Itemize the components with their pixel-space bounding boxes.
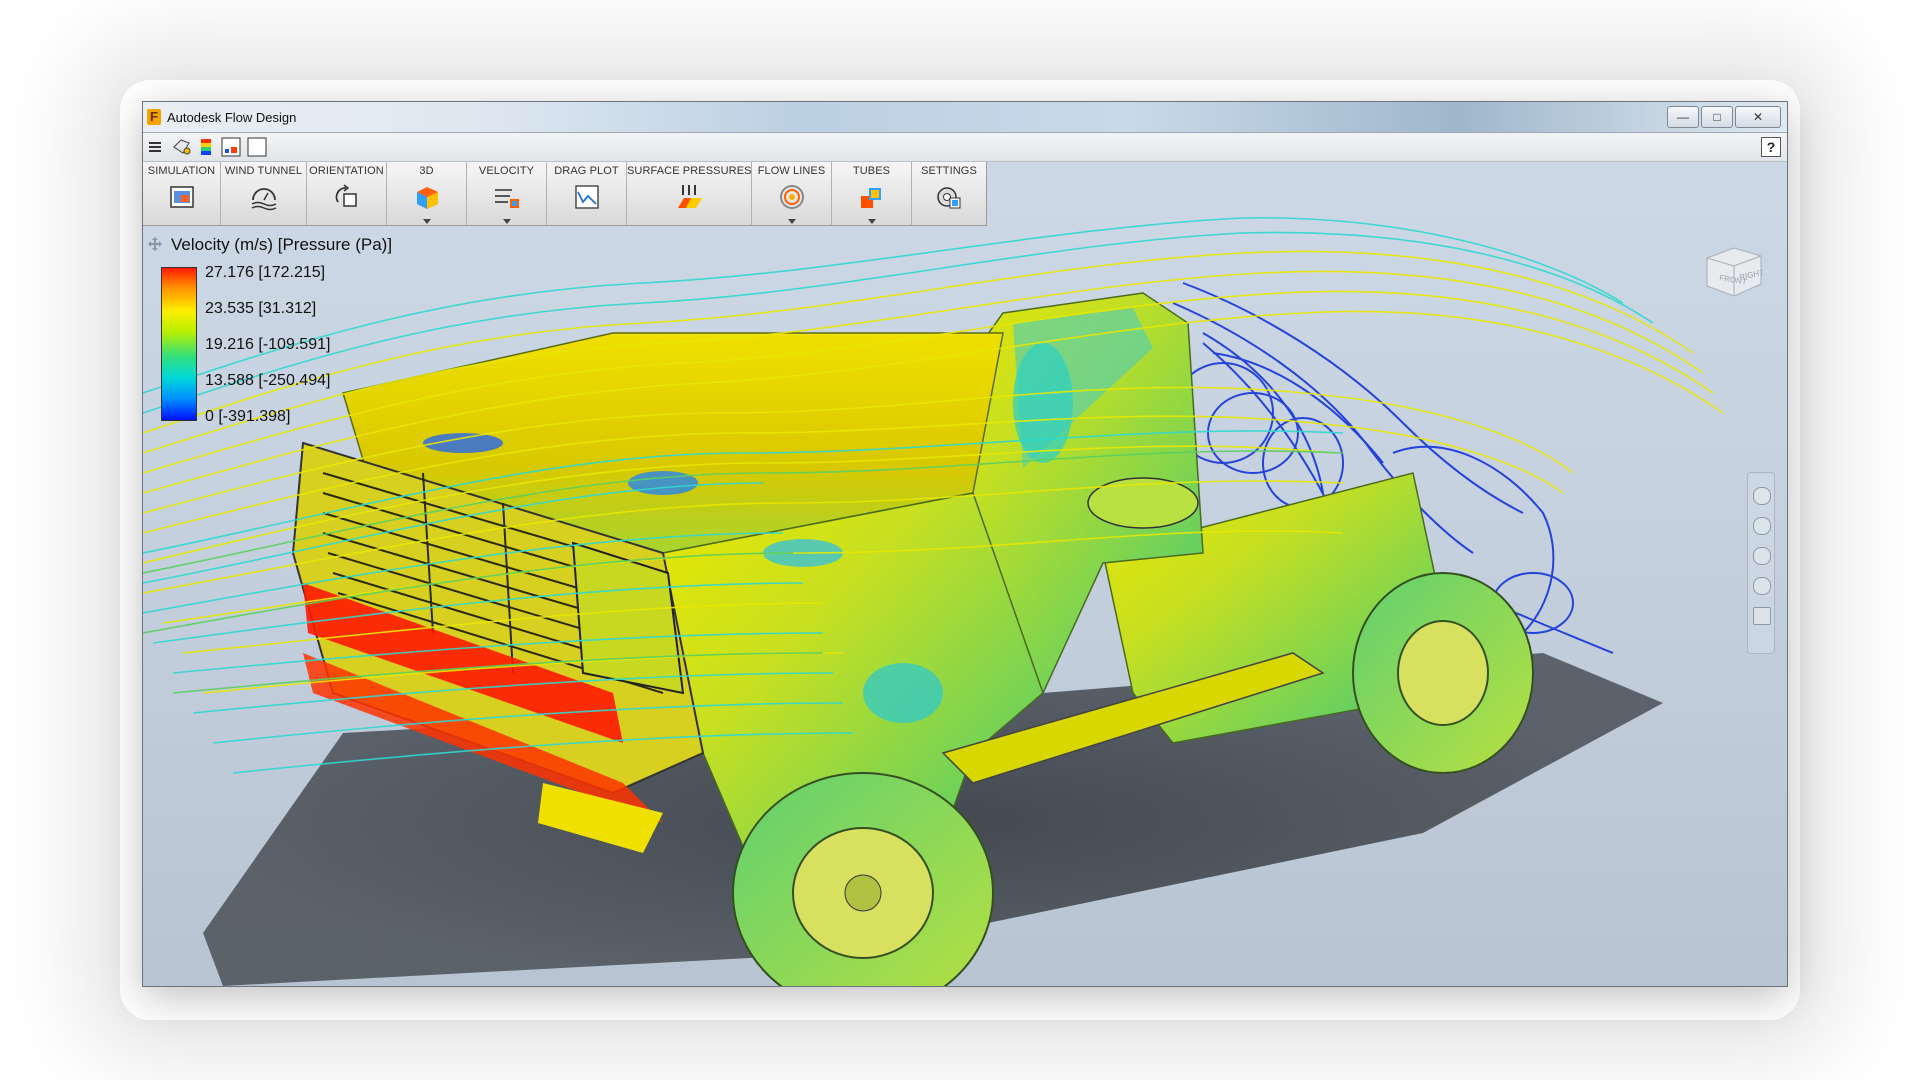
- ribbon-toolbar: SIMULATION WIND TUNNEL ORIENTATION 3D VE…: [143, 162, 987, 226]
- legend-value-3: 19.216 [-109.591]: [205, 336, 331, 353]
- ribbon-tubes-button[interactable]: TUBES: [832, 162, 912, 225]
- velocity-dropdown-arrow[interactable]: [502, 219, 511, 224]
- window-title: Autodesk Flow Design: [167, 110, 297, 125]
- surface-pressures-icon: [678, 185, 702, 208]
- blank-doc-icon[interactable]: [247, 137, 267, 157]
- navigation-bar: [1747, 472, 1775, 654]
- chart-icon[interactable]: [221, 137, 241, 157]
- flow-lines-dropdown-arrow[interactable]: [787, 219, 796, 224]
- settings-icon: [937, 187, 961, 209]
- velocity-icon: [494, 189, 519, 208]
- drag-plot-icon: [574, 185, 599, 209]
- ribbon-settings-button[interactable]: SETTINGS: [912, 162, 986, 225]
- orientation-icon: [335, 184, 357, 207]
- menu-icon[interactable]: [147, 137, 163, 157]
- 3d-icon: [416, 187, 438, 209]
- wind-tunnel-icon: [251, 188, 276, 211]
- flow-lines-icon: [779, 185, 804, 209]
- ribbon-wind-tunnel-button[interactable]: WIND TUNNEL: [221, 162, 307, 225]
- 3d-dropdown-arrow[interactable]: [422, 219, 431, 224]
- simulation-icon: [169, 186, 194, 208]
- viewport-3d[interactable]: [143, 133, 1787, 986]
- minimize-button[interactable]: —: [1667, 106, 1699, 128]
- tubes-dropdown-arrow[interactable]: [867, 219, 876, 224]
- legend-move-icon[interactable]: [147, 236, 163, 252]
- truck-simulation-render[interactable]: [143, 133, 1787, 986]
- pan-icon[interactable]: [1753, 517, 1771, 535]
- save-icon[interactable]: [171, 137, 193, 157]
- ribbon-flow-lines-button[interactable]: FLOW LINES: [752, 162, 832, 225]
- orbit-icon[interactable]: [1753, 577, 1771, 595]
- ribbon-velocity-button[interactable]: VELOCITY: [467, 162, 547, 225]
- legend-value-2: 23.535 [31.312]: [205, 300, 317, 317]
- app-logo-icon: F: [147, 109, 161, 125]
- legend-value-max: 27.176 [172.215]: [205, 264, 326, 281]
- ribbon-surface-pressures-button[interactable]: SURFACE PRESSURES: [627, 162, 752, 225]
- steering-wheel-icon[interactable]: [1753, 487, 1771, 505]
- side-mirror: [1087, 477, 1199, 529]
- ribbon-orientation-button[interactable]: ORIENTATION: [307, 162, 387, 225]
- ribbon-simulation-button[interactable]: SIMULATION: [143, 162, 221, 225]
- rear-hub: [1397, 620, 1489, 726]
- maximize-button[interactable]: □: [1701, 106, 1733, 128]
- ribbon-drag-plot-button[interactable]: DRAG PLOT: [547, 162, 627, 225]
- legend-value-4: 13.588 [-250.494]: [205, 372, 331, 389]
- title-bar[interactable]: F Autodesk Flow Design — □ ✕: [143, 102, 1787, 133]
- colorbar-icon[interactable]: [199, 137, 213, 157]
- look-at-icon[interactable]: [1753, 607, 1771, 625]
- tubes-icon: [860, 188, 881, 208]
- app-window: F Autodesk Flow Design — □ ✕ ? SIMULATIO…: [142, 101, 1788, 987]
- legend-title: Velocity (m/s) [Pressure (Pa)]: [171, 235, 393, 254]
- zoom-icon[interactable]: [1753, 547, 1771, 565]
- help-button[interactable]: ?: [1761, 137, 1781, 157]
- legend-color-bar: [161, 267, 197, 421]
- quick-access-toolbar: ?: [143, 133, 1787, 162]
- close-button[interactable]: ✕: [1735, 106, 1781, 128]
- view-cube[interactable]: FRONT RIGHT: [1699, 240, 1769, 300]
- legend-value-min: 0 [-391.398]: [205, 408, 291, 425]
- ribbon-3d-button[interactable]: 3D: [387, 162, 467, 225]
